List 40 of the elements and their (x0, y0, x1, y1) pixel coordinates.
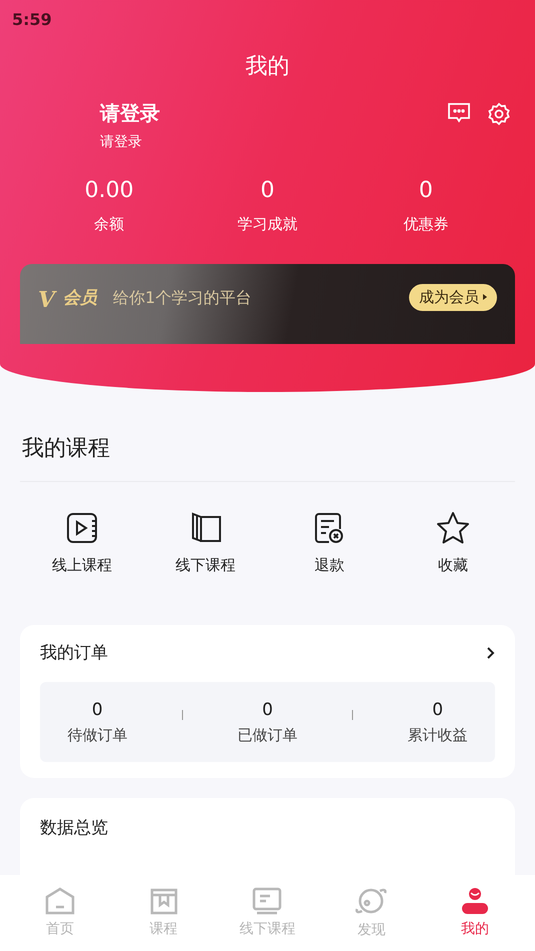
login-prompt[interactable]: 请登录 (100, 98, 160, 128)
order-label[interactable]: 累计收益 (408, 724, 468, 746)
video-icon (64, 511, 99, 545)
stat-label[interactable]: 余额 (94, 213, 124, 236)
caret-icon (483, 294, 487, 300)
vip-slogan: 给你1个学习的平台 (113, 287, 252, 309)
orders-title[interactable]: 我的订单 (40, 640, 108, 666)
person-icon (461, 886, 490, 914)
order-count: 0 (262, 699, 273, 722)
course-entry[interactable]: 线上课程 (52, 554, 112, 576)
course-entry[interactable]: 线下课程 (176, 554, 236, 576)
planet-icon (355, 886, 388, 916)
page-title: 我的 (246, 54, 290, 79)
become-member-button[interactable]: 成为会员 (409, 284, 497, 310)
stat-value: 0.00 (84, 177, 134, 205)
stat-value: 0 (260, 177, 274, 205)
vip-banner[interactable]: V 会员 给你1个学习的平台 成为会员 (20, 264, 515, 344)
course-entry[interactable]: 收藏 (438, 554, 468, 576)
chevron-right-icon[interactable] (487, 647, 495, 660)
section-title: 我的课程 (22, 436, 110, 461)
order-label[interactable]: 待做订单 (67, 724, 128, 746)
login-subtitle: 请登录 (100, 133, 143, 152)
data-overview-title: 数据总览 (40, 818, 108, 838)
vip-title: 会员 (63, 287, 98, 310)
stat-label[interactable]: 优惠券 (403, 213, 448, 236)
bookmark-book-icon (150, 886, 178, 914)
status-time: 5:59 (12, 10, 52, 29)
message-icon[interactable] (447, 102, 471, 124)
monitor-icon (251, 886, 284, 914)
course-entry[interactable]: 退款 (314, 554, 344, 576)
settings-icon[interactable] (487, 102, 511, 126)
order-count: 0 (432, 699, 444, 722)
star-icon (435, 510, 472, 546)
order-count: 0 (92, 699, 103, 722)
home-icon (44, 886, 76, 914)
stat-label[interactable]: 学习成就 (237, 213, 298, 236)
order-label[interactable]: 已做订单 (237, 724, 298, 746)
vip-logo: V (38, 286, 56, 315)
stat-value: 0 (418, 177, 433, 205)
tab-item[interactable]: 我的 (425, 886, 526, 940)
